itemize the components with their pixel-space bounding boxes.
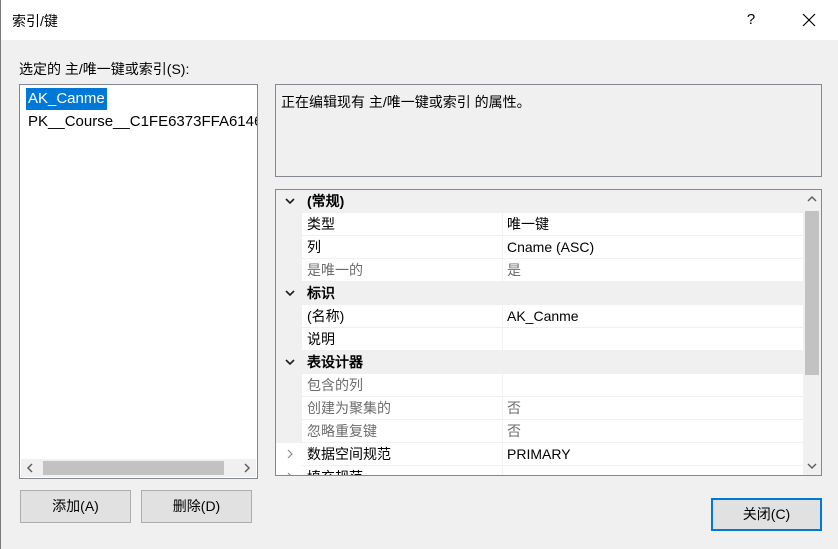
delete-button[interactable]: 删除(D): [141, 490, 252, 523]
scroll-left-icon[interactable]: [21, 459, 39, 477]
list-item-pk-course[interactable]: PK__Course__C1FE6373FFA6146: [26, 111, 257, 133]
close-window-button[interactable]: [789, 6, 829, 34]
property-value[interactable]: [502, 374, 804, 397]
property-value[interactable]: 否: [502, 420, 804, 443]
property-row[interactable]: 包含的列: [276, 374, 804, 397]
row-gutter: [276, 236, 302, 259]
property-category[interactable]: (常规): [276, 190, 804, 213]
property-row[interactable]: (名称) AK_Canme: [276, 305, 804, 328]
property-row[interactable]: 列 Cname (ASC): [276, 236, 804, 259]
property-name: 说明: [302, 328, 502, 351]
row-gutter: [276, 374, 302, 397]
property-value[interactable]: 否: [502, 397, 804, 420]
property-name: 包含的列: [302, 374, 502, 397]
scroll-up-icon[interactable]: [803, 190, 821, 208]
property-value[interactable]: [502, 466, 804, 475]
index-keys-dialog: 索引/键 ? 选定的 主/唯一键或索引(S): AK_Canme PK__Cou…: [0, 0, 838, 549]
property-row[interactable]: 是唯一的是: [276, 259, 804, 282]
property-value[interactable]: [502, 328, 804, 351]
add-button[interactable]: 添加(A): [20, 490, 131, 523]
horizontal-scroll-thumb[interactable]: [43, 461, 224, 475]
property-category[interactable]: 标识: [276, 282, 804, 305]
row-gutter: [276, 259, 302, 282]
property-row[interactable]: 数据空间规范 PRIMARY: [276, 443, 804, 466]
property-category[interactable]: 表设计器: [276, 351, 804, 374]
property-value[interactable]: PRIMARY: [502, 443, 804, 466]
row-gutter: [276, 305, 302, 328]
property-name: 忽略重复键: [302, 420, 502, 443]
property-name: 填充规范: [302, 466, 502, 475]
property-value[interactable]: 是: [502, 259, 804, 282]
chevron-right-icon[interactable]: [284, 471, 296, 476]
property-row[interactable]: 填充规范: [276, 466, 804, 476]
vertical-scrollbar[interactable]: [803, 190, 821, 475]
description-box: 正在编辑现有 主/唯一键或索引 的属性。: [275, 84, 822, 177]
description-text: 正在编辑现有 主/唯一键或索引 的属性。: [281, 94, 531, 110]
close-icon: [802, 13, 816, 27]
property-name: 数据空间规范: [302, 443, 502, 466]
selected-keys-label: 选定的 主/唯一键或索引(S):: [19, 61, 190, 77]
chevron-right-icon[interactable]: [284, 448, 296, 460]
list-item-ak-canme[interactable]: AK_Canme: [26, 88, 107, 110]
property-row[interactable]: 类型 唯一键: [276, 213, 804, 236]
horizontal-scrollbar[interactable]: [21, 459, 256, 477]
vertical-scroll-thumb[interactable]: [805, 211, 819, 375]
property-row[interactable]: 说明: [276, 328, 804, 351]
row-gutter: [276, 397, 302, 420]
chevron-down-icon[interactable]: [284, 195, 296, 207]
row-gutter: [276, 328, 302, 351]
category-label: 标识: [307, 285, 335, 301]
category-label: 表设计器: [307, 354, 363, 370]
property-row[interactable]: 创建为聚集的否: [276, 397, 804, 420]
chevron-down-icon[interactable]: [284, 287, 296, 299]
row-gutter: [276, 420, 302, 443]
property-grid[interactable]: (常规) 类型 唯一键列 Cname (ASC) 是唯一的是标识 (名称) AK_Canme…: [275, 189, 822, 476]
row-gutter: [276, 213, 302, 236]
property-row[interactable]: 忽略重复键否: [276, 420, 804, 443]
property-value[interactable]: Cname (ASC): [502, 236, 804, 259]
chevron-down-icon[interactable]: [284, 356, 296, 368]
keys-listbox[interactable]: AK_Canme PK__Course__C1FE6373FFA6146: [19, 84, 258, 479]
category-label: (常规): [307, 193, 345, 209]
close-button[interactable]: 关闭(C): [711, 498, 822, 531]
title-bar: 索引/键 ?: [1, 0, 838, 40]
help-button[interactable]: ?: [731, 6, 771, 34]
property-value[interactable]: AK_Canme: [502, 305, 804, 328]
property-value[interactable]: 唯一键: [502, 213, 804, 236]
property-name: 创建为聚集的: [302, 397, 502, 420]
property-name: (名称): [302, 305, 502, 328]
window-title: 索引/键: [12, 13, 58, 29]
property-name: 类型: [302, 213, 502, 236]
scroll-right-icon[interactable]: [238, 459, 256, 477]
property-name: 列: [302, 236, 502, 259]
scroll-down-icon[interactable]: [803, 457, 821, 475]
property-name: 是唯一的: [302, 259, 502, 282]
